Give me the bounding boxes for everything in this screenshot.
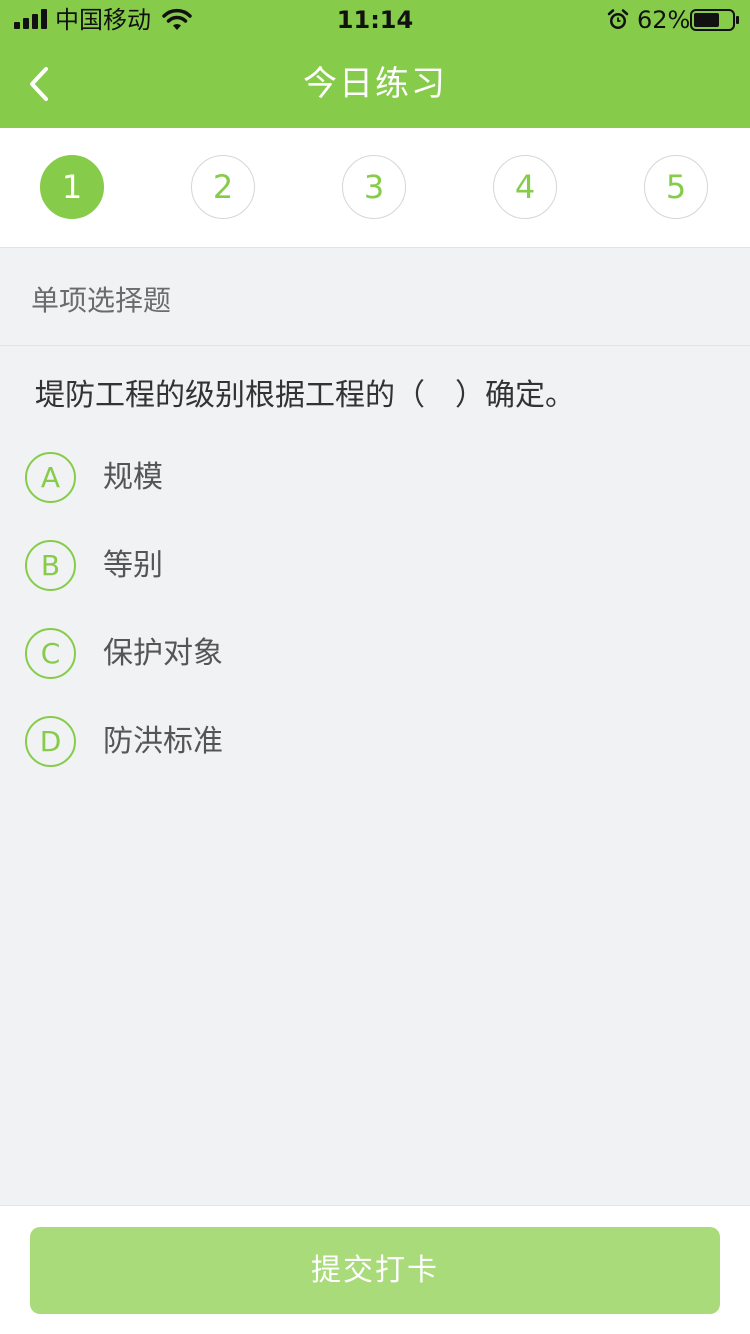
step-2[interactable]: 2: [191, 155, 255, 219]
option-text: 防洪标准: [103, 724, 223, 759]
bottom-bar: 提交打卡: [0, 1205, 750, 1334]
step-3[interactable]: 3: [342, 155, 406, 219]
option-text: 保护对象: [103, 636, 223, 671]
alarm-icon: [607, 9, 629, 29]
step-4[interactable]: 4: [493, 155, 557, 219]
page-title: 今日练习: [303, 64, 447, 104]
option-text: 规模: [103, 460, 163, 495]
step-1-current[interactable]: 1: [40, 155, 104, 219]
question-step-indicator: 1 2 3 4 5: [0, 128, 750, 248]
battery-icon: [690, 9, 739, 31]
battery-percent: 62%: [637, 6, 691, 34]
option-letter-badge: B: [25, 540, 76, 591]
step-5[interactable]: 5: [644, 155, 708, 219]
option-letter-badge: D: [25, 716, 76, 767]
question-stem: 堤防工程的级别根据工程的（ ）确定。: [35, 378, 575, 413]
option-c[interactable]: C 保护对象: [25, 628, 725, 682]
option-text: 等别: [103, 548, 163, 583]
status-bar: 中国移动 11:14 62%: [0, 0, 750, 40]
option-a[interactable]: A 规模: [25, 452, 725, 506]
header: 中国移动 11:14 62% 今日练习: [0, 0, 750, 128]
nav-bar: 今日练习: [0, 40, 750, 128]
option-d[interactable]: D 防洪标准: [25, 716, 725, 770]
question-type-header: 单项选择题: [0, 248, 750, 346]
option-b[interactable]: B 等别: [25, 540, 725, 594]
question-type-label: 单项选择题: [31, 284, 172, 317]
option-letter-badge: A: [25, 452, 76, 503]
practice-screen: 中国移动 11:14 62% 今日练习 1 2 3 4 5 单项选择题 堤防工程…: [0, 0, 750, 1334]
submit-checkin-button[interactable]: 提交打卡: [30, 1227, 720, 1314]
option-letter-badge: C: [25, 628, 76, 679]
